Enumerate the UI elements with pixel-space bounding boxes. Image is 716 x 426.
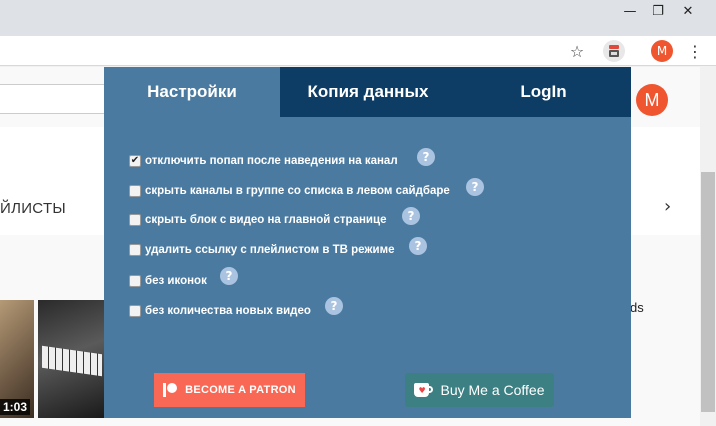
kebab-menu-icon[interactable]: ⋮	[684, 40, 706, 62]
checkbox[interactable]	[129, 244, 141, 256]
extension-popup: Настройки Копия данных LogIn ✔ отключить…	[104, 67, 631, 418]
coffee-cup-icon: ♥	[414, 382, 434, 398]
checkbox[interactable]	[129, 275, 141, 287]
help-icon[interactable]: ?	[409, 237, 427, 255]
patreon-logo-icon	[163, 383, 178, 397]
section-label: ЙЛИСТЫ	[0, 200, 66, 217]
help-icon[interactable]: ?	[402, 207, 420, 225]
option-no-icons[interactable]: без иконок	[129, 273, 207, 289]
restore-icon[interactable]: ❐	[644, 0, 672, 22]
patron-button-label: BECOME A PATRON	[185, 384, 296, 396]
option-hide-grouped-channels[interactable]: скрыть каналы в группе со списка в левом…	[129, 183, 450, 199]
checkbox[interactable]	[129, 305, 141, 317]
help-icon[interactable]: ?	[325, 297, 343, 315]
tab-settings[interactable]: Настройки	[104, 67, 280, 117]
extension-icon[interactable]	[603, 40, 625, 62]
option-label: без количества новых видео	[145, 305, 311, 317]
account-avatar[interactable]: M	[636, 84, 668, 116]
buy-me-coffee-button[interactable]: ♥ Buy Me a Coffee	[405, 373, 554, 407]
tab-data-backup[interactable]: Копия данных	[280, 67, 456, 117]
scrollbar-thumb[interactable]	[701, 172, 715, 412]
profile-avatar[interactable]: M	[651, 40, 673, 62]
option-no-new-video-count[interactable]: без количества новых видео	[129, 303, 311, 319]
option-remove-tv-playlist-link[interactable]: удалить ссылку с плейлистом в ТВ режиме	[129, 242, 395, 258]
option-label: удалить ссылку с плейлистом в ТВ режиме	[145, 244, 395, 256]
close-icon[interactable]: ✕	[674, 0, 702, 22]
option-hide-home-video-block[interactable]: скрыть блок с видео на главной странице	[129, 212, 386, 228]
option-label: без иконок	[145, 275, 207, 287]
help-icon[interactable]: ?	[466, 178, 484, 196]
option-label: отключить попап после наведения на канал	[145, 155, 398, 167]
patreon-extension-icon	[609, 45, 619, 57]
help-icon[interactable]: ?	[417, 148, 435, 166]
video-title-fragment[interactable]: ds	[630, 300, 644, 315]
option-label: скрыть каналы в группе со списка в левом…	[145, 185, 450, 197]
tab-login[interactable]: LogIn	[456, 67, 631, 117]
checkbox[interactable]: ✔	[129, 155, 141, 167]
video-duration: 1:03	[0, 399, 31, 415]
checkbox[interactable]	[129, 214, 141, 226]
bookmark-star-icon[interactable]: ☆	[566, 40, 588, 62]
help-icon[interactable]: ?	[220, 267, 238, 285]
search-input[interactable]	[0, 84, 108, 114]
checkbox[interactable]	[129, 185, 141, 197]
popup-tabs: Настройки Копия данных LogIn	[104, 67, 631, 117]
title-bar	[0, 0, 716, 36]
minimize-icon[interactable]: —	[616, 0, 644, 22]
become-patron-button[interactable]: BECOME A PATRON	[154, 373, 305, 407]
option-disable-hover-popup[interactable]: ✔ отключить попап после наведения на кан…	[129, 153, 398, 169]
coffee-button-label: Buy Me a Coffee	[440, 382, 545, 398]
option-label: скрыть блок с видео на главной странице	[145, 214, 387, 226]
chevron-right-icon[interactable]: ›	[664, 196, 671, 217]
address-bar[interactable]	[0, 36, 600, 66]
